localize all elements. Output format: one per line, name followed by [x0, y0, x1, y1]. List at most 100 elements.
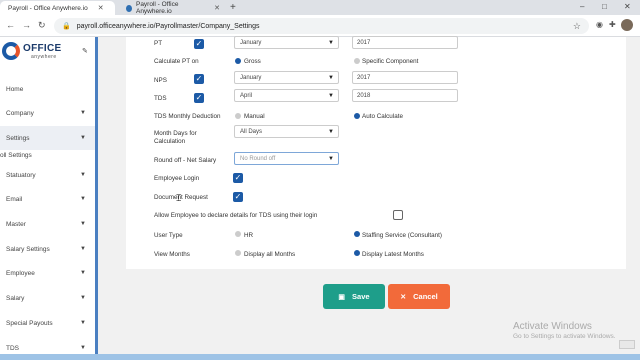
cancel-button[interactable]: ✕ Cancel — [388, 284, 450, 309]
tds-year-field[interactable]: 2018 — [352, 89, 458, 102]
logo: OFFICE anywhere ✎ — [0, 40, 95, 62]
pt-month-value: January — [240, 39, 262, 46]
sidebar-item-statuatory[interactable]: Statuatory ▼ — [0, 163, 95, 187]
month-days-label: Month Days for Calculation — [154, 130, 197, 146]
tds-checkbox[interactable]: ✓ — [194, 93, 204, 103]
tab-title: Payroll - Office Anywhere.io — [8, 4, 88, 12]
close-tab-icon[interactable]: ✕ — [98, 4, 104, 12]
logo-mark-icon — [2, 42, 20, 60]
sidebar-item-label: Employee — [6, 269, 35, 277]
specific-component-label: Specific Component — [362, 58, 419, 65]
view-months-label: View Months — [154, 251, 190, 258]
back-icon[interactable]: ← — [6, 20, 15, 30]
tds-month-select[interactable]: April ▼ — [234, 89, 339, 102]
sidebar-item-employee[interactable]: Employee ▼ — [0, 261, 95, 285]
sidebar-item-special-payouts[interactable]: Special Payouts ▼ — [0, 311, 95, 335]
chevron-down-icon: ▼ — [328, 128, 334, 135]
nps-month-value: January — [240, 74, 262, 81]
extension-icon[interactable]: ◉ — [596, 20, 603, 29]
pt-month-select[interactable]: January ▼ — [234, 36, 339, 49]
puzzle-icon[interactable]: ✚ — [609, 20, 616, 29]
sidebar-item-label: Email — [6, 195, 23, 203]
sidebar-item-label: Statuatory — [6, 171, 36, 179]
sidebar-item-salary[interactable]: Salary ▼ — [0, 286, 95, 310]
sidebar-item-label: Master — [6, 220, 26, 228]
display-all-months-radio[interactable] — [235, 250, 241, 256]
watermark-title: Activate Windows — [513, 321, 592, 332]
save-button[interactable]: ▣ Save — [323, 284, 385, 309]
sidebar-item-label: Company — [6, 109, 34, 117]
hr-radio[interactable] — [235, 231, 241, 237]
tab-title: Payroll - Office Anywhere.io — [135, 1, 179, 15]
nps-month-select[interactable]: January ▼ — [234, 71, 339, 84]
new-tab-button[interactable]: + — [230, 2, 236, 13]
logo-name: OFFICE — [23, 43, 62, 54]
reload-icon[interactable]: ↻ — [38, 20, 46, 31]
pt-checkbox[interactable]: ✓ — [194, 39, 204, 49]
staffing-service-radio[interactable] — [354, 231, 360, 237]
browser-tab-bar: Payroll - Office Anywhere.io ✕ Payroll -… — [0, 0, 640, 15]
chevron-down-icon: ▼ — [80, 135, 86, 141]
hr-label: HR — [244, 232, 254, 239]
sidebar-item-label: Settings — [6, 134, 30, 142]
round-off-select[interactable]: No Round off ▼ — [234, 152, 339, 165]
sidebar-item-label: Salary — [6, 294, 25, 302]
chevron-down-icon: ▼ — [80, 221, 86, 227]
bookmark-star-icon[interactable]: ☆ — [573, 21, 581, 32]
close-window-button[interactable]: ✕ — [624, 2, 631, 11]
pt-label: PT — [154, 40, 163, 47]
manual-radio[interactable] — [235, 113, 241, 119]
employee-login-checkbox[interactable]: ✓ — [233, 173, 243, 183]
sidebar-subitem-payroll-settings[interactable]: oll Settings — [0, 152, 32, 159]
url-field[interactable]: 🔒 payroll.officeanywhere.io/Payrollmaste… — [54, 18, 589, 34]
taskbar — [0, 354, 640, 360]
forward-icon[interactable]: → — [22, 20, 31, 30]
chevron-down-icon: ▼ — [80, 172, 86, 178]
close-tab-icon[interactable]: ✕ — [214, 4, 220, 12]
month-days-label-line1: Month Days for — [154, 130, 197, 137]
pt-year-field[interactable]: 2017 — [352, 36, 458, 49]
chevron-down-icon: ▼ — [80, 270, 86, 276]
sidebar-item-label: TDS — [6, 344, 19, 352]
profile-avatar[interactable] — [621, 19, 633, 31]
sidebar-item-home[interactable]: Home — [0, 77, 95, 101]
minimize-button[interactable]: – — [580, 2, 584, 11]
chevron-down-icon: ▼ — [80, 246, 86, 252]
document-request-checkbox[interactable]: ✓ — [233, 192, 243, 202]
logo-subtitle: anywhere — [31, 54, 57, 60]
tds-month-value: April — [240, 92, 253, 99]
auto-calculate-radio[interactable] — [354, 113, 360, 119]
sidebar-item-label: Special Payouts — [6, 319, 53, 327]
gross-label: Gross — [244, 58, 261, 65]
browser-tab-active[interactable]: Payroll - Office Anywhere.io ✕ — [0, 1, 115, 15]
display-latest-months-radio[interactable] — [354, 250, 360, 256]
sidebar-item-master[interactable]: Master ▼ — [0, 212, 95, 236]
display-latest-months-label: Display Latest Months — [362, 251, 424, 258]
month-days-select[interactable]: All Days ▼ — [234, 125, 339, 138]
specific-component-radio[interactable] — [354, 58, 360, 64]
sidebar-item-salary-settings[interactable]: Salary Settings ▼ — [0, 237, 95, 261]
pin-icon[interactable]: ✎ — [82, 47, 88, 55]
sidebar-item-email[interactable]: Email ▼ — [0, 187, 95, 211]
tds-declare-checkbox[interactable] — [393, 210, 403, 220]
cancel-label: Cancel — [413, 292, 438, 301]
nps-checkbox[interactable]: ✓ — [194, 74, 204, 84]
tds-declare-label: Allow Employee to declare details for TD… — [154, 212, 318, 219]
browser-tab[interactable]: Payroll - Office Anywhere.io ✕ — [118, 1, 228, 15]
tray-icon[interactable] — [619, 340, 635, 349]
close-icon: ✕ — [400, 293, 407, 301]
nps-year-field[interactable]: 2017 — [352, 71, 458, 84]
gross-radio[interactable] — [235, 58, 241, 64]
maximize-button[interactable]: □ — [602, 2, 607, 11]
employee-login-label: Employee Login — [154, 175, 200, 182]
sidebar-item-settings[interactable]: Settings ▼ — [0, 126, 95, 150]
sidebar-item-company[interactable]: Company ▼ — [0, 101, 95, 125]
staffing-service-label: Staffing Service (Consultant) — [362, 232, 443, 239]
watermark-subtitle: Go to Settings to activate Windows. — [513, 333, 616, 340]
chevron-down-icon: ▼ — [80, 320, 86, 326]
round-off-label: Round off - Net Salary — [154, 157, 217, 164]
favicon-icon — [126, 4, 132, 12]
tds-label: TDS — [154, 95, 167, 102]
settings-form-card: PT ✓ January ▼ 2017 Calculate PT on Gros… — [126, 36, 626, 269]
url-text: payroll.officeanywhere.io/Payrollmaster/… — [76, 22, 260, 30]
